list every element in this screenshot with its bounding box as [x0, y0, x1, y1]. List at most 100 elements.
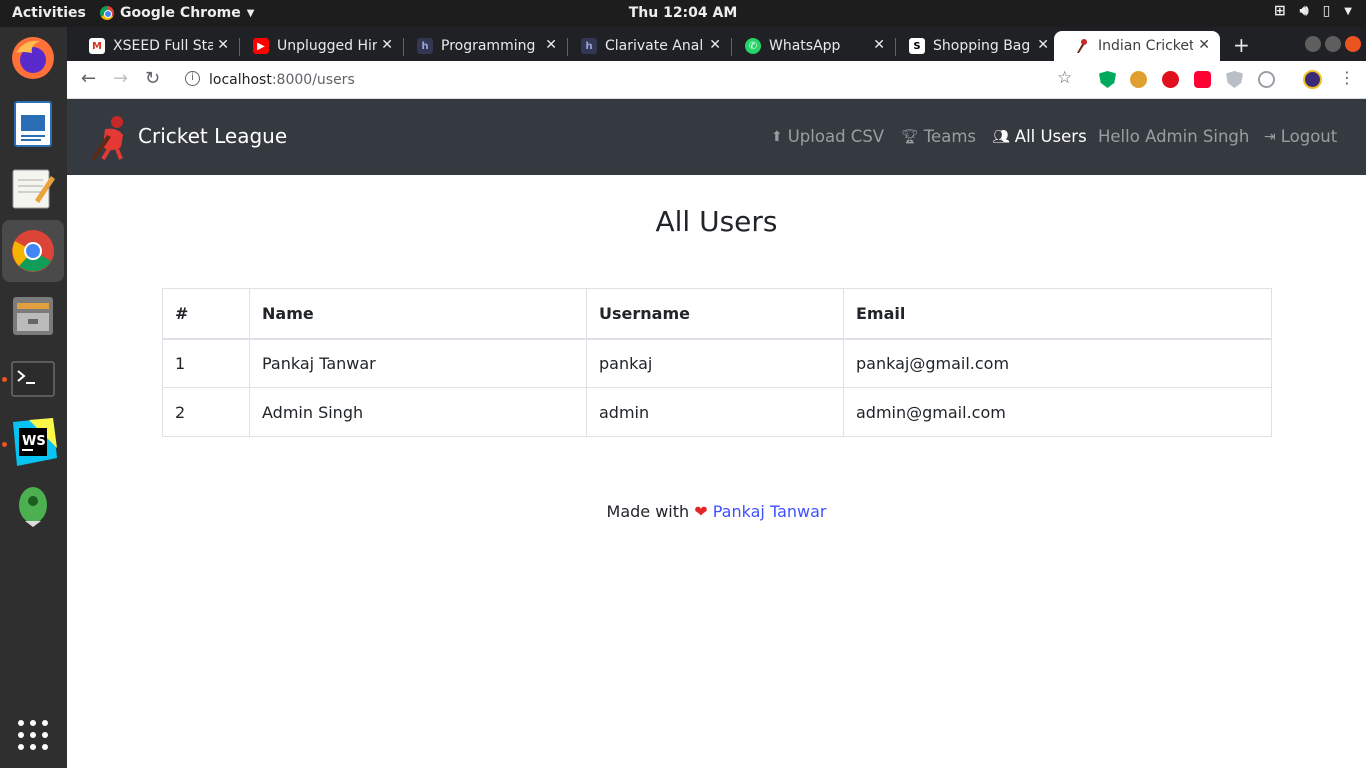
table-row: 1 Pankaj Tanwar pankaj pankaj@gmail.com: [162, 338, 1272, 388]
app-menu-label: Google Chrome: [120, 5, 241, 21]
cricket-logo-icon[interactable]: [87, 113, 133, 161]
terminal-icon[interactable]: [8, 354, 58, 404]
chevron-down-icon[interactable]: ▼: [1344, 6, 1352, 19]
tab-indian-cricket[interactable]: Indian Cricket ✕: [1054, 31, 1220, 61]
nav-all-users[interactable]: 👥︎ All Users: [992, 127, 1087, 146]
close-icon[interactable]: ✕: [1198, 37, 1210, 53]
running-indicator: [2, 377, 7, 382]
table-header-row: # Name Username Email: [162, 288, 1272, 340]
files-icon[interactable]: [8, 291, 58, 341]
tab-xseed[interactable]: M XSEED Full Sta ✕: [69, 31, 239, 61]
table-cell: admin@gmail.com: [843, 387, 1272, 437]
minimize-button[interactable]: [1305, 36, 1321, 52]
extensions-puzzle-icon[interactable]: [1258, 71, 1275, 88]
heart-icon: ❤: [694, 502, 708, 521]
close-icon[interactable]: ✕: [709, 37, 721, 53]
trophy-icon: 🏆︎: [901, 128, 919, 145]
maximize-button[interactable]: [1325, 36, 1341, 52]
close-icon[interactable]: ✕: [381, 37, 393, 53]
close-icon[interactable]: ✕: [873, 37, 885, 53]
tab-title: Unplugged Hir: [277, 38, 377, 54]
nav-upload-csv[interactable]: ⬆ Upload CSV: [771, 127, 884, 146]
close-window-button[interactable]: [1345, 36, 1361, 52]
table-cell: pankaj@gmail.com: [843, 338, 1272, 388]
bookmark-star-icon[interactable]: ☆: [1057, 68, 1072, 88]
url-text[interactable]: localhost:8000/users: [209, 72, 355, 88]
system-top-bar: Activities Google Chrome ▼ Thu 12:04 AM …: [0, 0, 1366, 27]
brand-title[interactable]: Cricket League: [138, 124, 287, 148]
record-extension-icon[interactable]: [1162, 71, 1179, 88]
network-icon[interactable]: ⊞: [1274, 3, 1286, 19]
column-header: Name: [249, 288, 587, 340]
clock[interactable]: Thu 12:04 AM: [629, 5, 738, 21]
chevron-down-icon: ▼: [246, 7, 255, 19]
webstorm-icon[interactable]: WS: [8, 417, 58, 467]
whatsapp-icon: ✆: [745, 38, 761, 54]
gmail-icon: M: [89, 38, 105, 54]
writer-icon[interactable]: [8, 99, 58, 149]
hackerearth-icon: h: [417, 38, 433, 54]
nav-label: Upload CSV: [787, 127, 885, 146]
footer: Made with ❤ Pankaj Tanwar: [67, 502, 1366, 521]
shield-extension-icon[interactable]: [1099, 71, 1116, 88]
s-icon: S: [909, 38, 925, 54]
tab-shopping-bag[interactable]: S Shopping Bag ✕: [889, 31, 1059, 61]
footer-text: Made with: [606, 502, 690, 521]
tab-clarivate[interactable]: h Clarivate Anal ✕: [561, 31, 731, 61]
nav-hello-user[interactable]: Hello Admin Singh: [1098, 127, 1249, 146]
column-header: Email: [843, 288, 1272, 340]
tab-whatsapp[interactable]: ✆ WhatsApp ✕: [725, 31, 895, 61]
page-title: All Users: [655, 205, 778, 238]
battery-icon[interactable]: ▯: [1323, 3, 1331, 19]
chrome-dock-icon[interactable]: [2, 220, 64, 282]
address-bar[interactable]: i localhost:8000/users: [177, 64, 1097, 96]
nav-label: Hello Admin Singh: [1098, 127, 1250, 146]
author-link[interactable]: Pankaj Tanwar: [713, 502, 827, 521]
tab-title: Shopping Bag: [933, 38, 1031, 54]
text-editor-icon[interactable]: [8, 163, 58, 213]
upload-icon: ⬆: [771, 128, 783, 145]
close-icon[interactable]: ✕: [1037, 37, 1049, 53]
table-cell: pankaj: [586, 338, 844, 388]
running-indicator: [2, 442, 7, 447]
youtube-extension-icon[interactable]: [1194, 71, 1211, 88]
tab-unplugged[interactable]: ▶ Unplugged Hir ✕: [233, 31, 403, 61]
cricket-icon: [1074, 38, 1090, 54]
users-table: # Name Username Email 1 Pankaj Tanwar pa…: [162, 288, 1272, 437]
tab-title: Indian Cricket: [1098, 38, 1193, 54]
forward-arrow-icon[interactable]: →: [113, 68, 128, 89]
column-header: #: [162, 288, 250, 340]
reload-icon[interactable]: ↻: [145, 68, 160, 89]
svg-text:WS: WS: [22, 434, 46, 449]
rocket-icon[interactable]: [8, 481, 58, 531]
users-icon: 👥︎: [992, 128, 1010, 145]
tab-programming[interactable]: h Programming ✕: [397, 31, 567, 61]
tab-title: XSEED Full Sta: [113, 38, 213, 54]
browser-toolbar: ← → ↻ i localhost:8000/users ☆ ⋮: [67, 61, 1366, 99]
privacy-extension-icon[interactable]: [1226, 71, 1243, 88]
logout-icon: ⇥: [1264, 128, 1276, 145]
back-arrow-icon[interactable]: ←: [81, 68, 96, 89]
nav-label: All Users: [1014, 127, 1087, 146]
youtube-icon: ▶: [253, 38, 269, 54]
dock: WS: [0, 27, 67, 768]
menu-kebab-icon[interactable]: ⋮: [1339, 68, 1355, 87]
web-page: Cricket League ⬆ Upload CSV 🏆︎ Teams 👥︎ …: [67, 99, 1366, 768]
avatar[interactable]: [1303, 70, 1322, 89]
tab-title: Programming: [441, 38, 536, 54]
close-icon[interactable]: ✕: [545, 37, 557, 53]
nav-teams[interactable]: 🏆︎ Teams: [901, 127, 976, 146]
navbar: Cricket League ⬆ Upload CSV 🏆︎ Teams 👥︎ …: [67, 99, 1366, 175]
volume-icon[interactable]: 🔊︎: [1300, 3, 1309, 19]
tab-strip: M XSEED Full Sta ✕ ▶ Unplugged Hir ✕ h P…: [67, 27, 1366, 61]
app-menu[interactable]: Google Chrome ▼: [100, 5, 254, 21]
new-tab-button[interactable]: +: [1233, 33, 1250, 57]
show-applications-icon[interactable]: [8, 710, 58, 760]
nav-label: Logout: [1280, 127, 1338, 146]
close-icon[interactable]: ✕: [217, 37, 229, 53]
activities-button[interactable]: Activities: [12, 5, 86, 21]
firefox-icon[interactable]: [8, 33, 58, 83]
nav-logout[interactable]: ⇥ Logout: [1264, 127, 1337, 146]
info-icon[interactable]: i: [185, 71, 200, 86]
extension-icon[interactable]: [1130, 71, 1147, 88]
